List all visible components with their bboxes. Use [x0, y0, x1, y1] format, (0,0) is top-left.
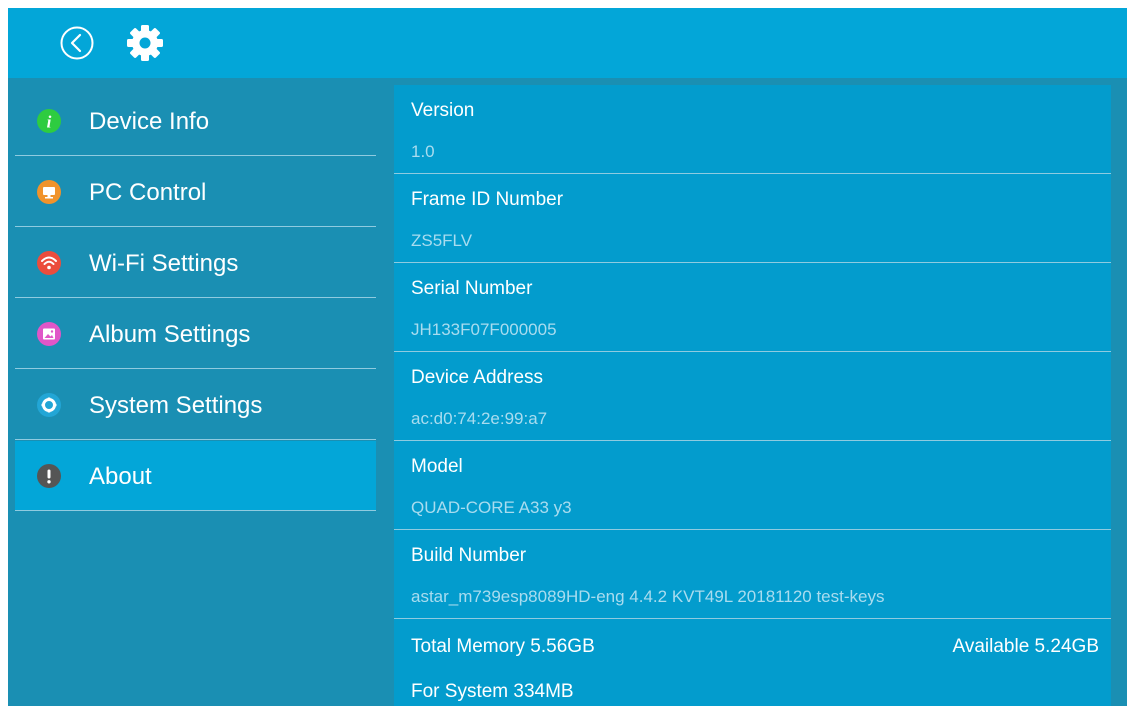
info-value: astar_m739esp8089HD-eng 4.4.2 KVT49L 201… [411, 587, 885, 606]
info-row-model: Model QUAD-CORE A33 y3 [394, 441, 1111, 530]
info-row-device-address: Device Address ac:d0:74:2e:99:a7 [394, 352, 1111, 441]
wifi-icon [37, 251, 61, 275]
info-title: Version [411, 100, 475, 121]
info-value: ac:d0:74:2e:99:a7 [411, 409, 548, 428]
top-bar [8, 8, 1127, 78]
sidebar-item-system-settings[interactable]: System Settings [15, 370, 376, 440]
sidebar-item-label: Album Settings [89, 321, 251, 348]
available-memory: Available 5.24GB [952, 636, 1099, 657]
sidebar-item-label: Wi-Fi Settings [89, 250, 239, 277]
exclamation-icon [37, 464, 61, 488]
settings-screen: i Device Info PC Control Wi-Fi Settings … [8, 8, 1127, 706]
info-title: Device Address [411, 367, 544, 388]
info-row-frame-id: Frame ID Number ZS5FLV [394, 174, 1111, 263]
info-value: 1.0 [411, 142, 435, 161]
sidebar: i Device Info PC Control Wi-Fi Settings … [15, 86, 376, 706]
info-title: Model [411, 456, 463, 477]
about-panel: Version 1.0 Frame ID Number ZS5FLV Seria… [394, 85, 1111, 706]
sidebar-item-about[interactable]: About [15, 441, 376, 511]
total-memory: Total Memory 5.56GB [411, 636, 595, 657]
sidebar-item-pc-control[interactable]: PC Control [15, 157, 376, 227]
sidebar-item-label: Device Info [89, 108, 210, 135]
sidebar-item-label: System Settings [89, 392, 263, 419]
info-icon: i [37, 109, 61, 133]
info-row-build-number: Build Number astar_m739esp8089HD-eng 4.4… [394, 530, 1111, 619]
sidebar-item-label: PC Control [89, 179, 207, 206]
info-row-version: Version 1.0 [394, 85, 1111, 174]
back-circle-icon[interactable] [60, 26, 94, 60]
info-value: JH133F07F000005 [411, 320, 557, 339]
info-value: ZS5FLV [411, 231, 473, 250]
sidebar-item-label: About [89, 463, 152, 490]
gear-icon [37, 393, 61, 417]
sidebar-item-album-settings[interactable]: Album Settings [15, 299, 376, 369]
info-row-serial-number: Serial Number JH133F07F000005 [394, 263, 1111, 352]
info-title: Frame ID Number [411, 189, 564, 210]
info-title: Serial Number [411, 278, 533, 299]
system-memory: For System 334MB [411, 681, 574, 702]
image-icon [37, 322, 61, 346]
svg-text:i: i [47, 113, 52, 132]
info-title: Build Number [411, 545, 527, 566]
sidebar-item-wifi-settings[interactable]: Wi-Fi Settings [15, 228, 376, 298]
memory-row: Total Memory 5.56GB Available 5.24GB For… [394, 619, 1111, 706]
monitor-icon [37, 180, 61, 204]
sidebar-item-device-info[interactable]: i Device Info [15, 86, 376, 156]
info-value: QUAD-CORE A33 y3 [411, 498, 572, 517]
gear-icon[interactable] [126, 24, 164, 62]
